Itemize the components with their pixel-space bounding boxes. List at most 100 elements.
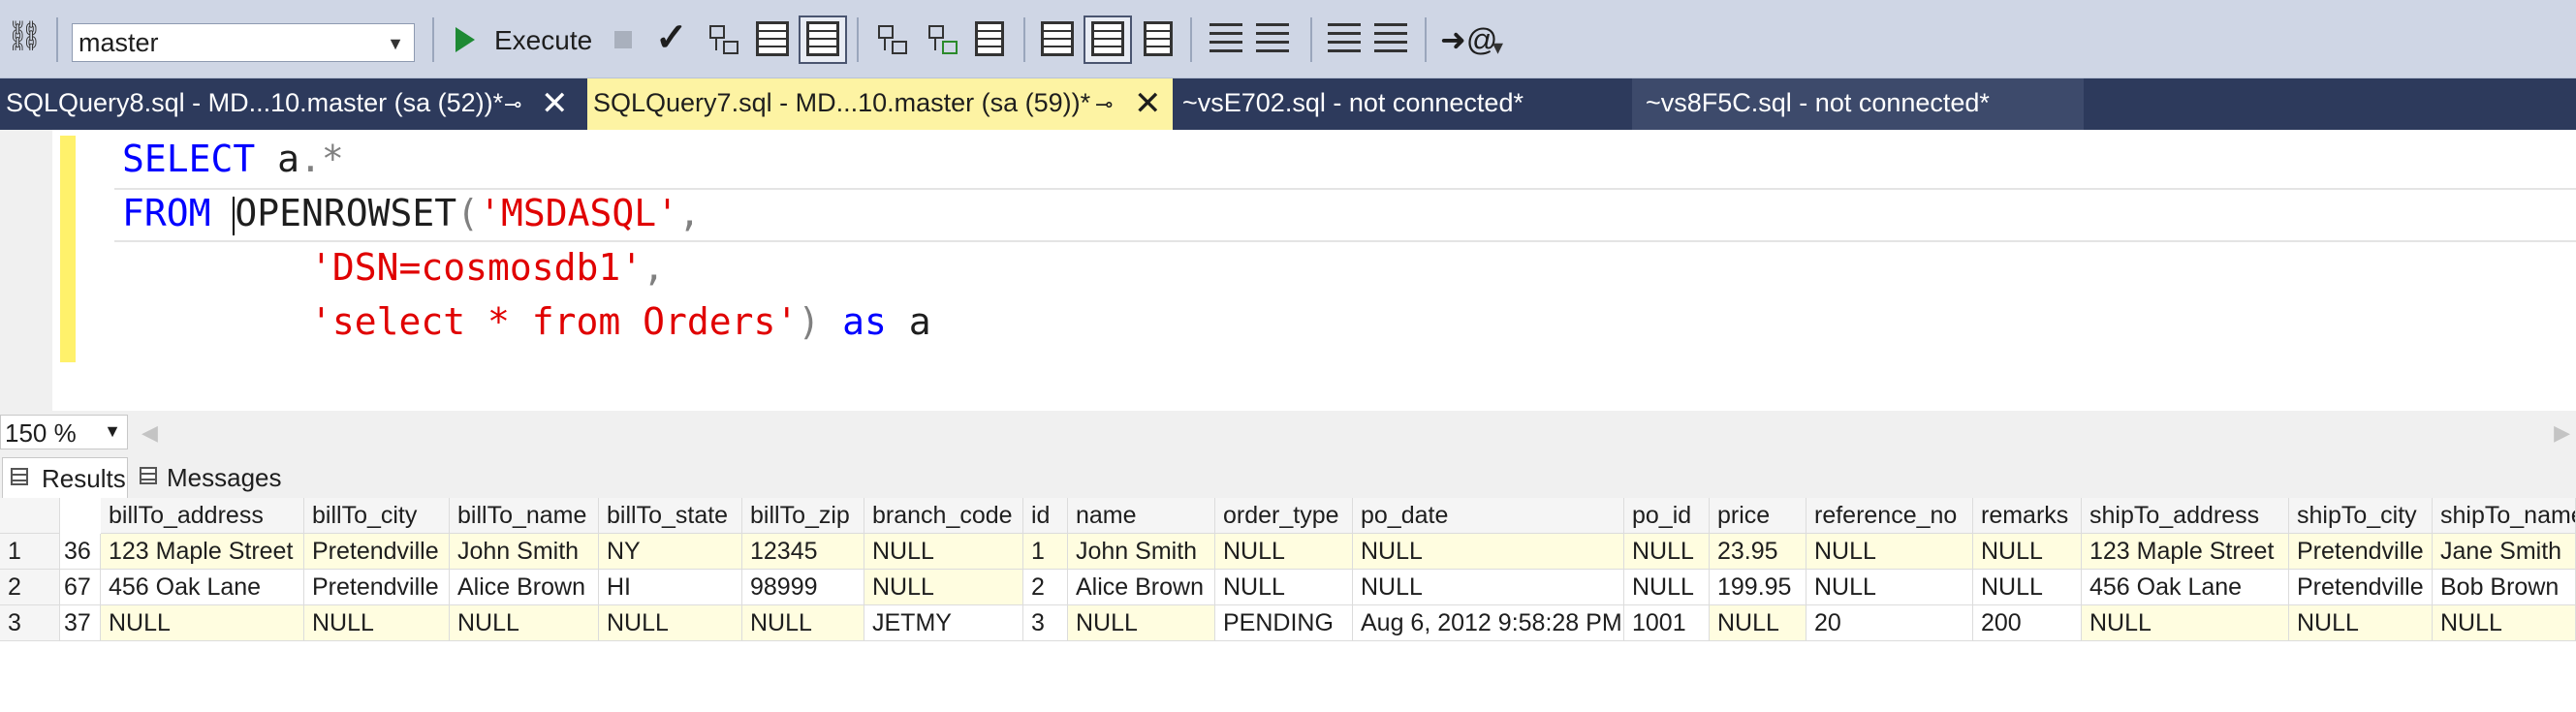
grid-cell[interactable]: NY	[599, 534, 742, 570]
tab-sqlquery7[interactable]: SQLQuery7.sql - MD...10.master (sa (59))…	[587, 78, 1173, 130]
results-to-file-icon[interactable]	[1041, 21, 1074, 56]
grid-cell[interactable]: Pretendville	[304, 570, 450, 605]
grid-cell[interactable]: NULL	[864, 534, 1023, 570]
grid-cell[interactable]: 2	[1023, 570, 1068, 605]
decrease-indent-icon[interactable]	[1328, 23, 1361, 52]
tab-vse702[interactable]: ~vsE702.sql - not connected*	[1177, 78, 1622, 130]
grid-cell[interactable]: 200	[1973, 605, 2082, 641]
comment-icon[interactable]	[1209, 23, 1242, 52]
column-header[interactable]: billTo_zip	[742, 498, 864, 534]
grid-results-button[interactable]	[1084, 15, 1132, 64]
close-icon[interactable]: ✕	[1134, 84, 1162, 123]
column-header[interactable]: po_date	[1353, 498, 1624, 534]
parse-check-icon[interactable]: ✓	[655, 15, 688, 60]
grid-cell[interactable]: 12345	[742, 534, 864, 570]
grid-cell[interactable]: NULL	[599, 605, 742, 641]
grid-cell[interactable]: John Smith	[450, 534, 599, 570]
column-header[interactable]: reference_no	[1806, 498, 1973, 534]
connect-icon[interactable]: ⛓	[6, 19, 43, 53]
grid-cell[interactable]: NULL	[304, 605, 450, 641]
column-header[interactable]: billTo_address	[101, 498, 304, 534]
results-to-text-icon[interactable]	[756, 21, 789, 56]
display-plan-icon[interactable]	[706, 21, 740, 58]
column-header[interactable]: shipTo_city	[2289, 498, 2433, 534]
column-header[interactable]: order_type	[1215, 498, 1353, 534]
client-stats-icon[interactable]	[975, 21, 1004, 56]
toolbar-overflow-icon[interactable]: ▾	[1492, 35, 1503, 60]
results-to-grid-button[interactable]	[799, 15, 847, 64]
query-editor[interactable]: SELECT a.* FROM OPENROWSET('MSDASQL', 'D…	[0, 130, 2576, 411]
grid-cell[interactable]: NULL	[1710, 605, 1806, 641]
grid-cell[interactable]: John Smith	[1068, 534, 1215, 570]
grid-cell[interactable]: NULL	[1806, 534, 1973, 570]
grid-cell[interactable]: 3	[1023, 605, 1068, 641]
close-icon[interactable]: ✕	[541, 84, 569, 123]
grid-cell[interactable]: 36	[60, 534, 101, 570]
tab-sqlquery8[interactable]: SQLQuery8.sql - MD...10.master (sa (52))…	[0, 78, 585, 130]
table-row[interactable]: 3 37 NULL NULL NULL NULL NULL JETMY 3 NU…	[0, 605, 2576, 641]
grid-cell[interactable]: HI	[599, 570, 742, 605]
zoom-select[interactable]: 150 % ▼	[0, 415, 128, 449]
stop-icon[interactable]	[614, 31, 632, 48]
pin-icon[interactable]: ⊸	[1095, 92, 1113, 117]
grid-cell[interactable]: 1001	[1624, 605, 1710, 641]
grid-cell[interactable]: NULL	[1806, 570, 1973, 605]
increase-indent-icon[interactable]	[1374, 23, 1407, 52]
grid-cell[interactable]: 456 Oak Lane	[2082, 570, 2289, 605]
grid-cell[interactable]: Jane Smith	[2433, 534, 2576, 570]
grid-cell[interactable]: NULL	[2433, 605, 2576, 641]
code-line-2[interactable]: FROM OPENROWSET('MSDASQL',	[122, 192, 701, 235]
code-line-4[interactable]: 'select * from Orders') as a	[310, 300, 931, 343]
code-line-1[interactable]: SELECT a.*	[122, 138, 344, 180]
tab-messages[interactable]: Messages	[132, 457, 283, 498]
grid-cell[interactable]: Pretendville	[2289, 570, 2433, 605]
actual-plan-icon[interactable]	[874, 21, 909, 58]
column-header[interactable]: billTo_state	[599, 498, 742, 534]
grid-cell[interactable]: Bob Brown	[2433, 570, 2576, 605]
grid-cell[interactable]: Alice Brown	[1068, 570, 1215, 605]
column-header[interactable]: name	[1068, 498, 1215, 534]
grid-cell[interactable]: 456 Oak Lane	[101, 570, 304, 605]
column-header[interactable]: shipTo_name	[2433, 498, 2576, 534]
grid-cell[interactable]: 67	[60, 570, 101, 605]
grid-cell[interactable]: Pretendville	[304, 534, 450, 570]
tab-vs8f5c[interactable]: ~vs8F5C.sql - not connected*	[1632, 78, 2084, 130]
grid-cell[interactable]: NULL	[1068, 605, 1215, 641]
grid-cell[interactable]: NULL	[1973, 570, 2082, 605]
grid-cell[interactable]: 20	[1806, 605, 1973, 641]
grid-cell[interactable]: NULL	[1624, 534, 1710, 570]
execute-icon[interactable]	[456, 27, 475, 52]
grid-cell[interactable]: 37	[60, 605, 101, 641]
tab-results[interactable]: Results	[2, 457, 128, 498]
column-header[interactable]: price	[1710, 498, 1806, 534]
column-header[interactable]: billTo_name	[450, 498, 599, 534]
grid-cell[interactable]: NULL	[2082, 605, 2289, 641]
grid-cell[interactable]: NULL	[864, 570, 1023, 605]
grid-cell[interactable]: 98999	[742, 570, 864, 605]
table-row[interactable]: 2 67 456 Oak Lane Pretendville Alice Bro…	[0, 570, 2576, 605]
grid-cell[interactable]: 123 Maple Street	[2082, 534, 2289, 570]
results-grid[interactable]: billTo_address billTo_city billTo_name b…	[0, 498, 2576, 712]
grid-cell[interactable]: Alice Brown	[450, 570, 599, 605]
grid-cell[interactable]: NULL	[1973, 534, 2082, 570]
scroll-right-icon[interactable]: ▶	[2554, 420, 2570, 446]
scroll-left-icon[interactable]: ◀	[141, 420, 158, 446]
grid-cell[interactable]: NULL	[1215, 570, 1353, 605]
grid-cell[interactable]: NULL	[1624, 570, 1710, 605]
column-header[interactable]: billTo_city	[304, 498, 450, 534]
grid-cell[interactable]: 1	[1023, 534, 1068, 570]
grid-cell[interactable]: NULL	[742, 605, 864, 641]
grid-cell[interactable]: NULL	[1353, 570, 1624, 605]
table-row[interactable]: 1 36 123 Maple Street Pretendville John …	[0, 534, 2576, 570]
grid-cell[interactable]: NULL	[450, 605, 599, 641]
pin-icon[interactable]: ⊸	[504, 92, 521, 117]
column-header[interactable]: branch_code	[864, 498, 1023, 534]
grid-cell[interactable]: NULL	[1215, 534, 1353, 570]
grid-cell[interactable]: Pretendville	[2289, 534, 2433, 570]
live-stats-icon[interactable]	[925, 21, 959, 58]
grid-cell[interactable]: PENDING	[1215, 605, 1353, 641]
grid-cell[interactable]: JETMY	[864, 605, 1023, 641]
execute-button[interactable]: Execute	[494, 25, 592, 56]
grid-cell[interactable]: 199.95	[1710, 570, 1806, 605]
include-plan-icon[interactable]	[1144, 21, 1173, 56]
